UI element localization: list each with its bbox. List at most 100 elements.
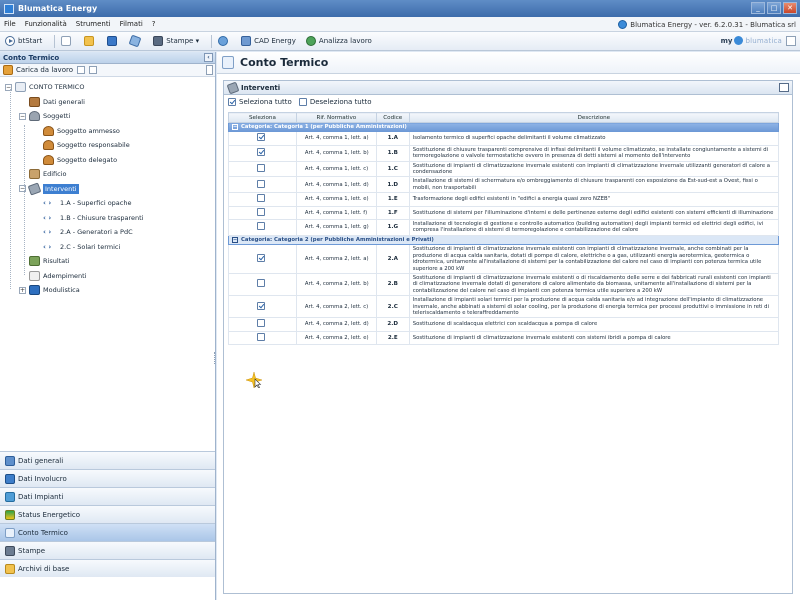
table-row[interactable]: Art. 4, comma 2, lett. e) 2.E Sostituzione… xyxy=(228,330,780,346)
table-row[interactable]: Art. 4, comma 2, lett. d) 2.D Sostituzione… xyxy=(228,317,780,332)
table-row[interactable]: Art. 4, comma 1, lett. c) 1.C Sostituzione… xyxy=(228,160,780,178)
analyze-icon xyxy=(305,36,316,46)
tree-item-adempimenti[interactable]: Adempimenti xyxy=(19,270,87,281)
row-checkbox[interactable] xyxy=(256,207,265,216)
row-checkbox[interactable] xyxy=(256,148,265,157)
table-row[interactable]: Art. 4, comma 1, lett. b) 1.B Sostituzione… xyxy=(228,144,780,162)
table-row[interactable]: Art. 4, comma 1, lett. g) 1.G Installazion… xyxy=(228,219,780,236)
print-button[interactable]: Stampe ▾ xyxy=(151,34,201,49)
tree-item-label: Interventi xyxy=(43,183,79,194)
load-icon xyxy=(3,65,13,75)
open-button[interactable] xyxy=(82,34,99,49)
nav-button-label: Dati Involucro xyxy=(18,474,67,483)
nav-button-conto-termico[interactable]: Conto Termico xyxy=(0,523,215,541)
edit-button[interactable] xyxy=(128,34,145,49)
nav-button-dati-involucro[interactable]: Dati Involucro xyxy=(0,469,215,487)
menu-strumenti[interactable]: Strumenti xyxy=(76,20,111,28)
collapse-panel-button[interactable]: ‹ xyxy=(204,53,213,62)
expand-icon[interactable]: + xyxy=(19,286,26,294)
tree-item-2-c-solari-termici[interactable]: ‹ › 2.C - Solari termici xyxy=(33,242,120,252)
select-all-checkbox[interactable] xyxy=(228,98,236,106)
settings-button[interactable] xyxy=(216,34,233,49)
select-cell xyxy=(228,330,297,346)
start-button[interactable]: btStart xyxy=(3,34,44,49)
column-header-description[interactable]: Descrizione xyxy=(408,112,780,123)
tree-item-modulistica[interactable]: + Modulistica xyxy=(19,285,80,295)
row-checkbox[interactable] xyxy=(256,332,265,341)
deselect-all-checkbox[interactable] xyxy=(298,98,307,106)
table-row[interactable]: Art. 4, comma 2, lett. b) 2.B Sostituzione… xyxy=(228,272,780,297)
code-cell: 1.A xyxy=(375,131,410,146)
row-checkbox[interactable] xyxy=(256,279,265,288)
tree-item-risultati[interactable]: Risultati xyxy=(19,256,70,266)
window-controls: _ □ ✕ xyxy=(751,2,797,14)
nav-button-archivi-di-base[interactable]: Archivi di base xyxy=(0,559,215,577)
category-row[interactable]: − Categoria: Categoria 2 (per Pubbliche A… xyxy=(228,234,779,246)
title-bar: Blumatica Energy _ □ ✕ xyxy=(0,0,800,17)
printer-icon xyxy=(153,36,164,46)
close-button[interactable]: ✕ xyxy=(783,2,797,14)
tree-item-soggetti[interactable]: − Soggetti xyxy=(19,111,70,121)
tree-item-dati-generali[interactable]: Dati generali xyxy=(19,96,85,107)
column-header-code[interactable]: Codice xyxy=(375,112,410,123)
column-header-reference[interactable]: Rif. Normativo xyxy=(295,112,377,123)
collapse-icon[interactable]: − xyxy=(232,236,238,243)
row-checkbox[interactable] xyxy=(256,133,265,142)
collapse-icon[interactable]: − xyxy=(19,112,26,120)
nav-button-stampe[interactable]: Stampe xyxy=(0,541,215,559)
nav-button-status-energetico[interactable]: Status Energetico xyxy=(0,505,215,523)
tree-item-1-b-chiusure-trasparenti[interactable]: ‹ › 1.B - Chiusure trasparenti xyxy=(33,213,144,223)
menu-file[interactable]: File xyxy=(4,20,16,28)
nav-button-dati-generali[interactable]: Dati generali xyxy=(0,451,215,469)
book-icon xyxy=(29,96,40,107)
select-cell xyxy=(228,176,297,194)
menu-filmati[interactable]: Filmati xyxy=(120,20,143,28)
row-checkbox[interactable] xyxy=(256,163,265,172)
table-row[interactable]: Art. 4, comma 1, lett. e) 1.E Trasformazio… xyxy=(228,192,780,207)
column-header-select[interactable]: Seleziona xyxy=(228,112,297,123)
table-row[interactable]: Art. 4, comma 1, lett. f) 1.F Sostituzione… xyxy=(228,205,780,221)
row-checkbox[interactable] xyxy=(256,194,265,203)
nav-button-label: Dati generali xyxy=(18,456,64,465)
save-button[interactable] xyxy=(105,34,122,49)
expand-all-icon[interactable] xyxy=(77,66,85,74)
layout-icon[interactable] xyxy=(786,36,796,46)
new-button[interactable] xyxy=(59,34,76,49)
my-blumatica-link[interactable]: my blumatica xyxy=(721,36,782,45)
tree-item-edificio[interactable]: Edificio xyxy=(19,169,67,179)
category-label: Categoria: Categoria 1 (per Pubbliche Am… xyxy=(241,124,407,130)
menu-help[interactable]: ? xyxy=(152,20,156,28)
scroll-handle[interactable] xyxy=(206,65,213,75)
row-checkbox[interactable] xyxy=(256,222,265,231)
category-row[interactable]: − Categoria: Categoria 1 (per Pubbliche A… xyxy=(228,121,779,133)
tree-item-interventi[interactable]: − Interventi xyxy=(19,181,79,196)
nav-button-dati-impianti[interactable]: Dati Impianti xyxy=(0,487,215,505)
table-row[interactable]: Art. 4, comma 1, lett. a) 1.A Isolamento t… xyxy=(228,131,780,146)
menu-funzionalita[interactable]: Funzionalità xyxy=(25,20,67,28)
cad-energy-button[interactable]: CAD Energy xyxy=(239,34,298,49)
table-row[interactable]: Art. 4, comma 2, lett. a) 2.A Sostituzione… xyxy=(228,244,780,274)
collapse-icon[interactable]: − xyxy=(232,124,238,130)
table-row[interactable]: Art. 4, comma 1, lett. d) 1.D Installazion… xyxy=(228,176,780,194)
tree-item-2-a-generatori-a-pdc[interactable]: ‹ › 2.A - Generatori a PdC xyxy=(33,227,133,237)
row-checkbox[interactable] xyxy=(256,301,265,310)
deselect-all-label[interactable]: Deseleziona tutto xyxy=(310,98,372,106)
archive-icon xyxy=(5,563,15,574)
row-checkbox[interactable] xyxy=(256,179,265,188)
tree-item-soggetto-delegato[interactable]: Soggetto delegato xyxy=(33,154,117,165)
table-row[interactable]: Art. 4, comma 2, lett. c) 2.C Installazion… xyxy=(228,295,780,319)
tree-item-conto-termico[interactable]: − CONTO TERMICO xyxy=(5,82,84,92)
load-from-work-button[interactable]: Carica da lavoro xyxy=(16,66,73,74)
collapse-all-icon[interactable] xyxy=(89,66,97,74)
tree-item-soggetto-ammesso[interactable]: Soggetto ammesso xyxy=(33,125,120,136)
minimize-button[interactable]: _ xyxy=(751,2,765,14)
select-all-label[interactable]: Seleziona tutto xyxy=(239,98,292,106)
maximize-button[interactable]: □ xyxy=(767,2,781,14)
export-icon[interactable] xyxy=(779,83,789,92)
row-checkbox[interactable] xyxy=(256,253,265,262)
tree-item-soggetto-responsabile[interactable]: Soggetto responsabile xyxy=(33,140,130,150)
row-checkbox[interactable] xyxy=(256,319,265,328)
analyze-button[interactable]: Analizza lavoro xyxy=(304,34,374,49)
tree-item-1-a-superfici-opache[interactable]: ‹ › 1.A - Superfici opache xyxy=(33,198,132,208)
cad-label: CAD Energy xyxy=(254,37,296,45)
